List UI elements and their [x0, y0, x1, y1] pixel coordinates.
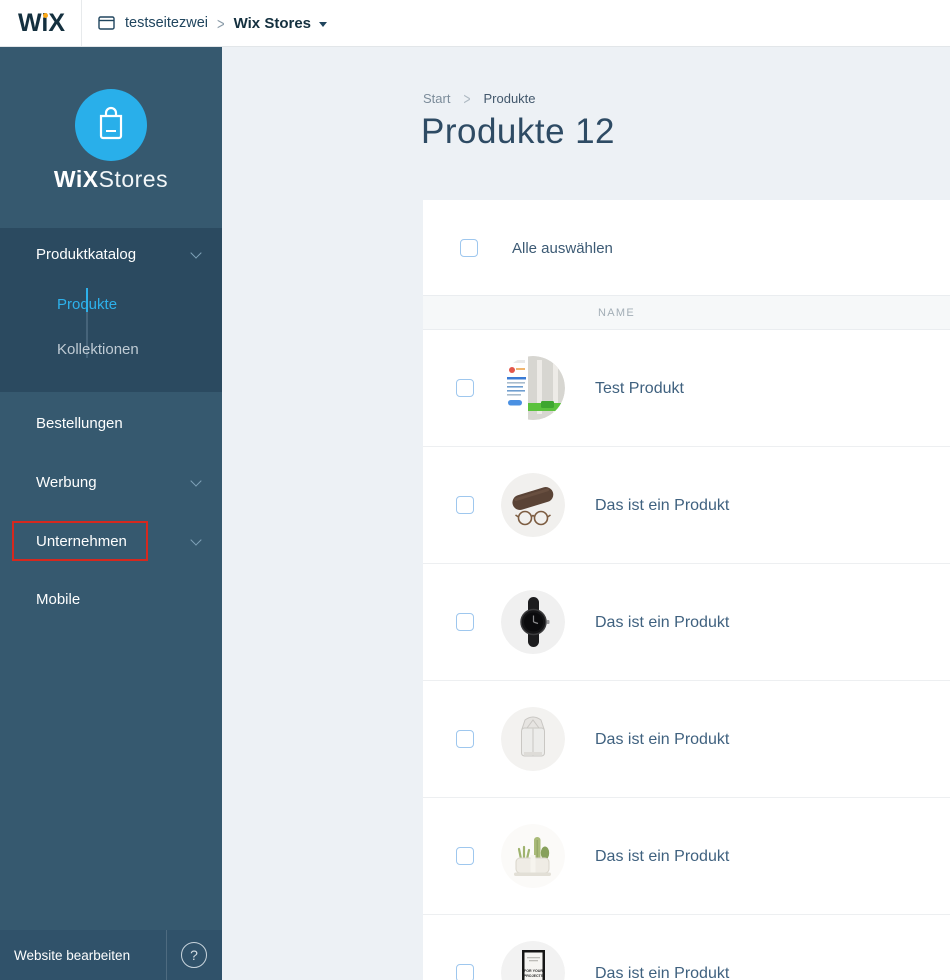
product-row[interactable]: FOR YOUR PROJECTS Das ist ein Produkt — [423, 915, 950, 980]
wordmark-stores: Stores — [98, 166, 169, 192]
chevron-down-icon[interactable] — [190, 475, 202, 487]
breadcrumb-separator: > — [463, 89, 471, 108]
product-row[interactable]: Test Produkt — [423, 330, 950, 447]
svg-text:PROJECTS: PROJECTS — [524, 974, 544, 978]
product-name: Das ist ein Produkt — [595, 848, 730, 865]
sidebar-item-mobile[interactable]: Mobile — [36, 590, 80, 609]
sidebar-footer: Website bearbeiten ? — [0, 930, 222, 980]
select-all-row: Alle auswählen — [423, 200, 950, 295]
product-row[interactable]: Das ist ein Produkt — [423, 681, 950, 798]
site-name-link[interactable]: testseitezwei — [125, 15, 208, 31]
page-title-label: Produkte — [421, 112, 566, 151]
chevron-down-icon[interactable] — [319, 21, 327, 27]
product-checkbox[interactable] — [456, 379, 474, 397]
shopping-bag-icon — [94, 104, 128, 147]
wix-stores-wordmark: WiXStores — [0, 166, 222, 193]
wordmark-wix: WiX — [53, 166, 99, 192]
framed-poster-product-image: FOR YOUR PROJECTS — [501, 941, 565, 980]
help-button[interactable]: ? — [181, 942, 207, 968]
sidebar: WiXStores Produktkatalog Produkte Kollek… — [0, 46, 222, 980]
select-all-checkbox[interactable] — [460, 239, 478, 257]
app-name-dropdown[interactable]: Wix Stores — [234, 15, 311, 32]
wix-logo-dot-icon — [43, 12, 48, 18]
product-row[interactable]: Das ist ein Produkt — [423, 447, 950, 564]
topbar-divider — [81, 0, 82, 46]
topbar-breadcrumb-separator: > — [217, 13, 225, 33]
svg-text:FOR YOUR: FOR YOUR — [524, 969, 543, 973]
watch-product-image — [501, 590, 565, 654]
browser-window-icon — [98, 16, 115, 30]
edit-website-button[interactable]: Website bearbeiten — [14, 930, 130, 980]
product-name: Test Produkt — [595, 380, 684, 397]
name-column-header: NAME — [598, 306, 635, 319]
breadcrumb-current: Produkte — [483, 91, 536, 106]
footer-divider — [166, 930, 167, 980]
wix-stores-logo[interactable] — [75, 89, 147, 161]
backpack-product-image — [501, 707, 565, 771]
cactus-planter-product-image — [501, 824, 565, 888]
sidebar-item-produkte[interactable]: Produkte — [57, 295, 117, 314]
chevron-down-icon[interactable] — [190, 534, 202, 546]
product-checkbox[interactable] — [456, 847, 474, 865]
wix-logo-text: WiX — [18, 8, 65, 37]
sidebar-item-kollektionen[interactable]: Kollektionen — [57, 340, 139, 359]
sidebar-item-produktkatalog[interactable]: Produktkatalog — [36, 245, 136, 264]
products-panel: Alle auswählen NAME Test Produkt Das ist… — [423, 200, 950, 980]
product-row[interactable]: Das ist ein Produkt — [423, 564, 950, 681]
product-checkbox[interactable] — [456, 730, 474, 748]
wix-logo[interactable]: WiX — [18, 8, 65, 37]
product-name: Das ist ein Produkt — [595, 614, 730, 631]
product-count: 12 — [575, 112, 616, 151]
sidebar-item-unternehmen[interactable]: Unternehmen — [36, 532, 127, 551]
product-checkbox[interactable] — [456, 964, 474, 980]
product-checkbox[interactable] — [456, 613, 474, 631]
top-bar: WiX testseitezwei > Wix Stores — [0, 0, 950, 47]
page-title: Produkte 12 — [421, 112, 615, 152]
sidebar-item-bestellungen[interactable]: Bestellungen — [36, 414, 123, 433]
breadcrumb: Start > Produkte — [423, 89, 536, 108]
product-row[interactable]: Das ist ein Produkt — [423, 798, 950, 915]
glasses-case-product-image — [501, 473, 565, 537]
product-name: Das ist ein Produkt — [595, 731, 730, 748]
breadcrumb-start-link[interactable]: Start — [423, 91, 450, 106]
product-name: Das ist ein Produkt — [595, 497, 730, 514]
webpage-screenshot-product-image — [501, 356, 565, 420]
product-checkbox[interactable] — [456, 496, 474, 514]
product-table-body: Test Produkt Das ist ein Produkt Das ist… — [423, 330, 950, 980]
main-content: Start > Produkte Produkte 12 Alle auswähl… — [222, 46, 950, 980]
table-header: NAME — [423, 295, 950, 330]
sidebar-item-werbung[interactable]: Werbung — [36, 473, 97, 492]
select-all-label: Alle auswählen — [512, 240, 613, 257]
product-name: Das ist ein Produkt — [595, 965, 730, 980]
